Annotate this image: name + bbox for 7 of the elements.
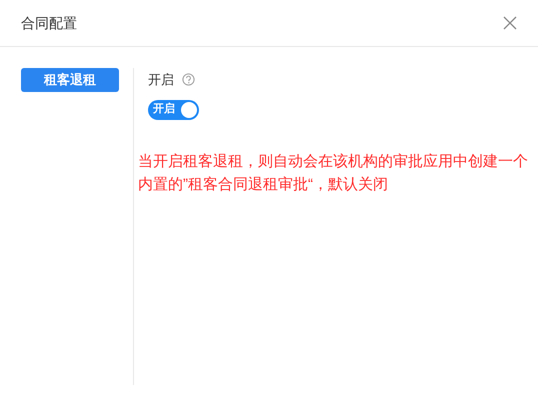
toggle-switch[interactable]: 开启	[148, 100, 199, 120]
close-icon[interactable]	[503, 16, 517, 30]
note-text: 当开启租客退租，则自动会在该机构的审批应用中创建一个内置的”租客合同退租审批“，默认关闭	[138, 152, 529, 194]
dialog-title: 合同配置	[21, 14, 77, 32]
help-icon	[182, 73, 195, 86]
setting-label: 开启	[148, 71, 174, 89]
sidebar-tab[interactable]: 租客退租	[21, 68, 119, 92]
